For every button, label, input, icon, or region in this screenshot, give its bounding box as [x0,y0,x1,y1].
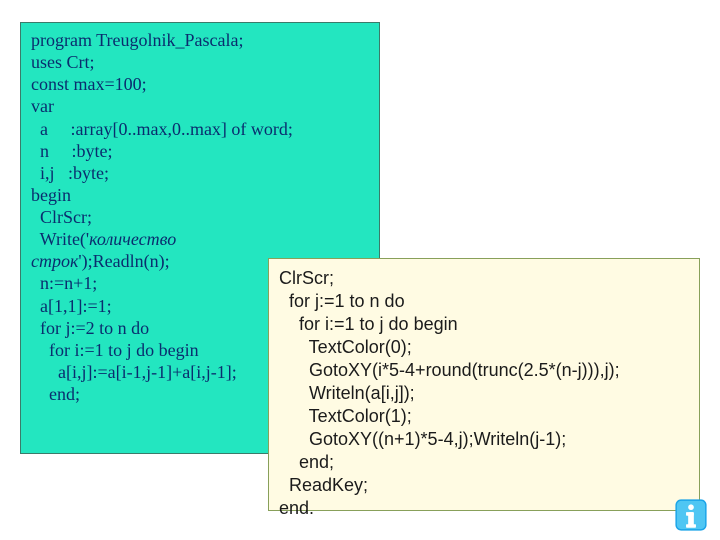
code-line: program Treugolnik_Pascala; [31,29,369,51]
code-line: Writeln(a[i,j]); [279,382,689,405]
code-line: for i:=1 to j do begin [279,313,689,336]
code-line: n :byte; [31,140,369,162]
code-line: var [31,95,369,117]
code-line: uses Crt; [31,51,369,73]
code-line: GotoXY((n+1)*5-4,j);Writeln(j-1); [279,428,689,451]
code-box-2: ClrScr; for j:=1 to n do for i:=1 to j d… [268,258,700,511]
code-line: const max=100; [31,73,369,95]
code-line: TextColor(0); [279,336,689,359]
code-line: end. [279,497,689,520]
code-line: end; [279,451,689,474]
code-line: ClrScr; [31,206,369,228]
code-line: begin [31,184,369,206]
code-line: GotoXY(i*5-4+round(trunc(2.5*(n-j))),j); [279,359,689,382]
code-line: ReadKey; [279,474,689,497]
code-line: a :array[0..max,0..max] of word; [31,118,369,140]
code-line: TextColor(1); [279,405,689,428]
code-line: ClrScr; [279,267,689,290]
code-line: i,j :byte; [31,162,369,184]
info-icon[interactable] [674,498,708,532]
code-line: Write('количество [31,228,369,250]
code-line: for j:=1 to n do [279,290,689,313]
